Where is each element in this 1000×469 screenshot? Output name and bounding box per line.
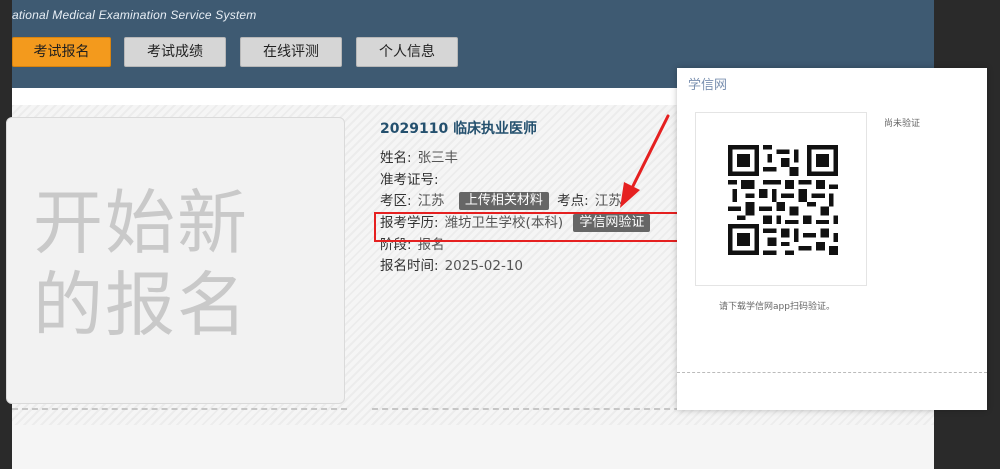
name-label: 姓名: xyxy=(380,150,412,166)
scan-hint: 请下载学信网app扫码验证。 xyxy=(719,302,835,312)
site-label: 考点: xyxy=(557,193,589,209)
popup-title: 学信网 xyxy=(688,78,728,93)
tab-exam-registration[interactable]: 考试报名 xyxy=(12,37,111,67)
area-label: 考区: xyxy=(380,193,412,209)
new-registration-label: 开始新的报名 xyxy=(33,182,249,346)
divider-left xyxy=(12,408,347,410)
name-value: 张三丰 xyxy=(417,150,459,166)
exam-title: 2029110 临床执业医师 xyxy=(380,121,538,137)
red-arrow-annotation xyxy=(620,114,670,208)
popup-divider xyxy=(677,372,987,373)
tab-exam-results[interactable]: 考试成绩 xyxy=(124,37,226,67)
ticket-row: 准考证号: xyxy=(380,170,439,190)
tab-online-assessment[interactable]: 在线评测 xyxy=(240,37,342,67)
highlight-box xyxy=(374,212,680,242)
xuexin-popup: 学信网 尚未验证 请下载学信网app扫码验证。 xyxy=(677,68,987,410)
new-registration-card[interactable]: 开始新的报名 xyxy=(6,117,345,404)
time-row: 报名时间: 2025-02-10 xyxy=(380,256,523,276)
qr-container xyxy=(695,112,867,286)
qr-code-icon xyxy=(728,145,838,255)
registration-time-label: 报名时间: xyxy=(380,258,439,274)
tab-personal-info[interactable]: 个人信息 xyxy=(356,37,458,67)
registration-time-value: 2025-02-10 xyxy=(444,258,524,274)
area-value: 江苏 xyxy=(417,193,445,209)
ticket-label: 准考证号: xyxy=(380,172,439,188)
name-row: 姓名: 张三丰 xyxy=(380,148,458,168)
system-title: ational Medical Examination Service Syst… xyxy=(12,8,257,22)
upload-materials-button[interactable]: 上传相关材料 xyxy=(458,192,549,210)
area-row: 考区: 江苏 上传相关材料 考点: 江苏 xyxy=(380,191,622,211)
verification-status: 尚未验证 xyxy=(884,119,921,129)
